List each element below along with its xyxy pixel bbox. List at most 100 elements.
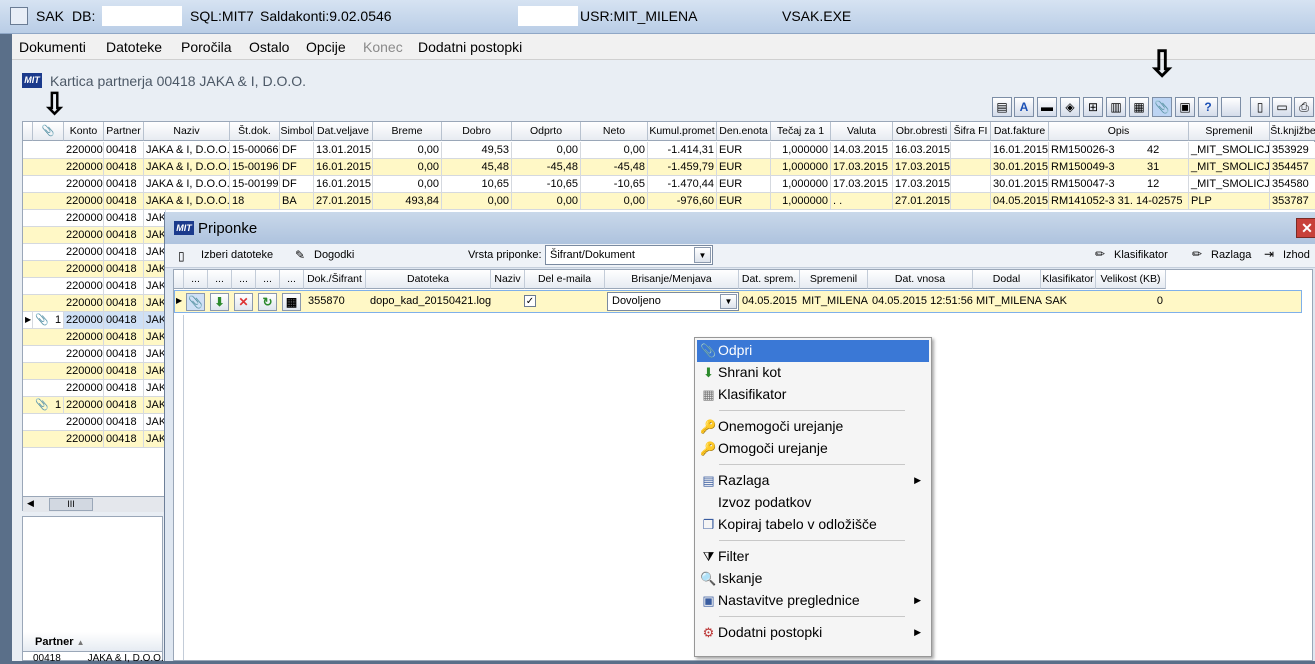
brisanje-select[interactable]: Dovoljeno ▼ — [607, 292, 739, 311]
col-partner[interactable]: Partner — [104, 122, 144, 141]
menu-item-razlaga[interactable]: ▤ Razlaga ▶ — [697, 470, 929, 492]
col-konto[interactable]: Konto — [64, 122, 104, 141]
menu-item-kopiraj-tabelo[interactable]: ❐ Kopiraj tabelo v odložišče — [697, 514, 929, 536]
col-action-4[interactable]: ... — [256, 270, 280, 289]
menu-item-dodatni-postopki[interactable]: ⚙ Dodatni postopki ▶ — [697, 622, 929, 644]
menu-item-omogoci-urejanje[interactable]: 🔑 Omogoči urejanje — [697, 438, 929, 460]
paperclip-icon[interactable]: 📎 — [33, 397, 53, 414]
scroll-thumb[interactable]: III — [49, 498, 93, 511]
col-obr-obresti[interactable]: Obr.obresti — [893, 122, 951, 141]
menu-konec[interactable]: Konec — [363, 39, 403, 55]
delete-icon[interactable]: ✕ — [234, 293, 253, 311]
scroll-left-icon[interactable]: ◀ — [27, 498, 34, 509]
col-datoteka[interactable]: Datoteka — [366, 270, 491, 289]
col-action-1[interactable]: ... — [184, 270, 208, 289]
col-action-5[interactable]: ... — [280, 270, 304, 289]
col-sifra-fi[interactable]: Šifra FI — [951, 122, 991, 141]
col-klasifikator[interactable]: Klasifikator — [1041, 270, 1096, 289]
col-velikost[interactable]: Velikost (KB) — [1096, 270, 1166, 289]
menu-item-klasifikator[interactable]: ▦ Klasifikator — [697, 384, 929, 406]
menu-item-odpri[interactable]: 📎 Odpri — [697, 340, 929, 362]
cell-partner: 00418 — [104, 380, 144, 397]
partner-header[interactable]: Partner ▲ — [23, 632, 162, 652]
refresh-icon[interactable]: ↻ — [258, 293, 277, 311]
menu-porocila[interactable]: Poročila — [181, 39, 232, 55]
report-icon[interactable]: ▦ — [1129, 97, 1149, 117]
col-dobro[interactable]: Dobro — [442, 122, 512, 141]
col-neto[interactable]: Neto — [581, 122, 648, 141]
menu-item-shrani-kot[interactable]: ⬇ Shrani kot — [697, 362, 929, 384]
col-opis[interactable]: Opis — [1049, 122, 1189, 141]
col-action-2[interactable]: ... — [208, 270, 232, 289]
tree-icon[interactable]: ⊞ — [1083, 97, 1103, 117]
vrsta-priponke-select[interactable]: Šifrant/Dokument ▼ — [545, 245, 713, 265]
col-breme[interactable]: Breme — [373, 122, 442, 141]
email-checkbox[interactable]: ✓ — [524, 295, 536, 307]
col-simbol[interactable]: Simbol — [280, 122, 314, 141]
col-valuta[interactable]: Valuta — [831, 122, 893, 141]
col-dok-sifrant[interactable]: Dok./Šifrant — [304, 270, 366, 289]
table-row[interactable]: ▶ 📎 ⬇ ✕ ↻ ▦ 355870 dopo_kad_20150421.log… — [174, 290, 1302, 313]
open-icon[interactable]: ▭ — [1272, 97, 1292, 117]
print-icon[interactable]: ⎙ — [1294, 97, 1314, 117]
blank-icon[interactable] — [1221, 97, 1241, 117]
col-tecaj[interactable]: Tečaj za 1 — [771, 122, 831, 141]
menu-item-iskanje[interactable]: 🔍 Iskanje — [697, 568, 929, 590]
font-icon[interactable]: A — [1014, 97, 1034, 117]
col-action-3[interactable]: ... — [232, 270, 256, 289]
col-kumul-promet[interactable]: Kumul.promet — [648, 122, 717, 141]
paperclip-icon[interactable]: 📎 — [33, 312, 53, 329]
col-odprto[interactable]: Odprto — [512, 122, 581, 141]
col-dat-vnosa[interactable]: Dat. vnosa — [868, 270, 973, 289]
menu-item-izvoz-podatkov[interactable]: Izvoz podatkov — [697, 492, 929, 514]
menu-dodatni-postopki[interactable]: Dodatni postopki — [418, 39, 522, 55]
col-spremenil[interactable]: Spremenil — [1189, 122, 1270, 141]
menu-opcije[interactable]: Opcije — [306, 39, 346, 55]
menu-item-filter[interactable]: ⧩ Filter — [697, 546, 929, 568]
menu-item-onemogoci-urejanje[interactable]: 🔑 Onemogoči urejanje — [697, 416, 929, 438]
col-dat-veljave[interactable]: Dat.veljave — [314, 122, 373, 141]
new-icon[interactable]: ▯ — [1250, 97, 1270, 117]
col-brisanje[interactable]: Brisanje/Menjava — [605, 270, 739, 289]
download-icon[interactable]: ⬇ — [210, 293, 229, 311]
monitor-icon[interactable]: ▣ — [1175, 97, 1195, 117]
calculator-icon[interactable]: ▬ — [1037, 97, 1057, 117]
col-dat-sprem[interactable]: Dat. sprem. — [739, 270, 800, 289]
col-st-knjizbe[interactable]: Št.knjižbe — [1270, 122, 1315, 141]
attachment-col-header[interactable]: 📎 — [33, 122, 64, 141]
col-naziv[interactable]: Naziv — [144, 122, 230, 141]
paperclip-icon[interactable]: 📎 — [186, 293, 205, 311]
col-spremenil[interactable]: Spremenil — [800, 270, 868, 289]
menu-datoteke[interactable]: Datoteke — [106, 39, 162, 55]
dogodki-button[interactable]: Dogodki — [314, 249, 354, 261]
horizontal-scrollbar[interactable]: ◀ III — [23, 496, 164, 512]
menu-item-nastavitve-preglednice[interactable]: ▣ Nastavitve preglednice ▶ — [697, 590, 929, 612]
chevron-down-icon[interactable]: ▼ — [694, 247, 711, 263]
col-st-dok[interactable]: Št.dok. — [230, 122, 280, 141]
col-naziv[interactable]: Naziv — [491, 270, 525, 289]
razlaga-button[interactable]: Razlaga — [1211, 249, 1251, 261]
col-den-enota[interactable]: Den.enota — [717, 122, 771, 141]
klasifikator-button[interactable]: Klasifikator — [1114, 249, 1168, 261]
book-icon[interactable]: ▥ — [1106, 97, 1126, 117]
table-row[interactable]: 220000 00418 JAKA & I, D.O.O. 15-00066 D… — [23, 142, 1315, 159]
chart-icon[interactable]: ◈ — [1060, 97, 1080, 117]
col-dat-fakture[interactable]: Dat.fakture — [991, 122, 1049, 141]
col-dodal[interactable]: Dodal — [973, 270, 1041, 289]
izhod-button[interactable]: Izhod — [1283, 249, 1310, 261]
close-icon[interactable]: ✕ — [1296, 218, 1315, 238]
paperclip-icon[interactable]: 📎 — [1152, 97, 1172, 117]
classifier-icon[interactable]: ▦ — [282, 293, 301, 311]
help-icon[interactable]: ? — [1198, 97, 1218, 117]
menu-ostalo[interactable]: Ostalo — [249, 39, 289, 55]
document-icon[interactable]: ▤ — [992, 97, 1012, 117]
menu-dokumenti[interactable]: Dokumenti — [19, 39, 86, 55]
partner-row[interactable]: 00418 JAKA & I, D.O.O. — [33, 653, 164, 664]
table-row[interactable]: 220000 00418 JAKA & I, D.O.O. 15-00196 D… — [23, 159, 1315, 176]
table-row[interactable]: 220000 00418 JAKA & I, D.O.O. 18 BA 27.0… — [23, 193, 1315, 210]
izberi-datoteke-button[interactable]: Izberi datoteke — [201, 249, 273, 261]
col-del-emaila[interactable]: Del e-maila — [525, 270, 605, 289]
table-row[interactable]: 220000 00418 JAKA & I, D.O.O. 15-00199 D… — [23, 176, 1315, 193]
cell-partner: 00418 — [104, 312, 144, 329]
chevron-down-icon[interactable]: ▼ — [720, 294, 737, 309]
